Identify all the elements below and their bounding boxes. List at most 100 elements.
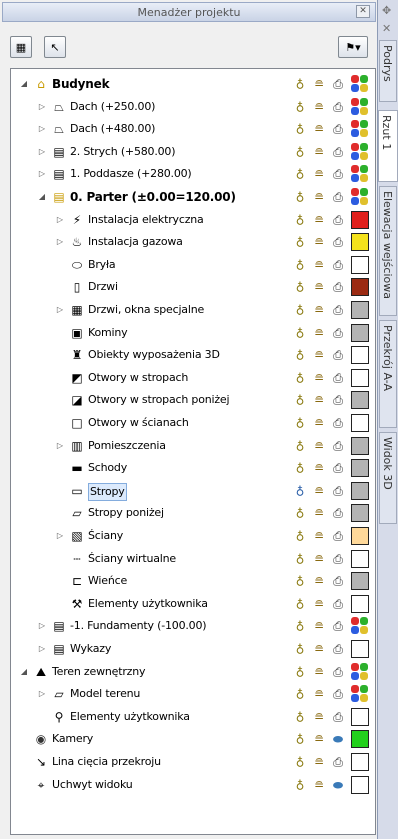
multicolor-icon[interactable] — [351, 165, 369, 183]
printer-icon[interactable]: ⎙ — [330, 686, 346, 702]
color-swatch[interactable] — [351, 414, 369, 432]
multicolor-icon[interactable] — [351, 685, 369, 703]
lock-icon[interactable]: ≘ — [311, 189, 327, 205]
color-swatch[interactable] — [351, 255, 369, 274]
visibility-bulb-icon[interactable]: ♀ — [292, 641, 308, 657]
printer-icon[interactable]: ⎙ — [330, 664, 346, 680]
printer-icon[interactable]: ⎙ — [330, 596, 346, 612]
tree-row[interactable]: ▷ ⏢ Dach (+250.00) ♀ ≘ ⎙ — [11, 96, 375, 118]
expand-arrow-icon[interactable]: ▷ — [37, 146, 47, 158]
tree-row[interactable]: ▷ ♨ Instalacja gazowa ♀ ≘ ⎙ — [11, 231, 375, 253]
tree-item-label[interactable]: Schody — [88, 460, 127, 476]
tree-item-label[interactable]: Ściany — [88, 528, 123, 544]
tree-row[interactable]: ▭ Stropy ♀ ≘ ⎙ — [11, 480, 375, 502]
tree-item-label[interactable]: Budynek — [52, 76, 110, 92]
color-swatch[interactable] — [351, 278, 369, 297]
tree-row[interactable]: ⊏ Wieńce ♀ ≘ ⎙ — [11, 570, 375, 592]
panel-titlebar[interactable]: Menadżer projektu ✕ — [2, 2, 376, 22]
printer-icon[interactable]: ⎙ — [330, 505, 346, 521]
lock-icon[interactable]: ≘ — [311, 754, 327, 770]
lock-icon[interactable]: ≘ — [311, 505, 327, 521]
tree-item-label[interactable]: Ściany wirtualne — [88, 551, 176, 567]
visibility-bulb-icon[interactable]: ♀ — [292, 483, 308, 499]
tree-row[interactable]: ▷ ⚡ Instalacja elektryczna ♀ ≘ ⎙ — [11, 209, 375, 231]
expand-arrow-icon[interactable]: ▷ — [37, 101, 47, 113]
visibility-bulb-icon[interactable]: ♀ — [292, 551, 308, 567]
cursor-icon[interactable]: ↖ — [44, 36, 66, 58]
color-swatch[interactable] — [351, 640, 369, 658]
color-swatch[interactable] — [351, 459, 369, 478]
visibility-bulb-icon[interactable]: ♀ — [292, 370, 308, 386]
side-tab[interactable]: Podrys — [379, 40, 397, 102]
tree-row[interactable]: ▷ ▧ Ściany ♀ ≘ ⎙ — [11, 525, 375, 547]
tree-item-label[interactable]: Model terenu — [70, 686, 140, 702]
eraser-icon[interactable]: ⬬ — [330, 777, 346, 793]
lock-icon[interactable]: ≘ — [311, 709, 327, 725]
side-tab[interactable]: Rzut 1 — [378, 110, 398, 182]
lock-icon[interactable]: ≘ — [311, 76, 327, 92]
tree-item-label[interactable]: Stropy — [88, 482, 127, 501]
color-swatch[interactable] — [351, 391, 369, 410]
tree-item-label[interactable]: 0. Parter (±0.00=120.00) — [70, 189, 236, 205]
tree-row[interactable]: ⚲ Elementy użytkownika ♀ ≘ ⎙ — [11, 706, 375, 728]
tree-item-label[interactable]: Pomieszczenia — [88, 438, 166, 454]
add-storey-icon[interactable]: ▦ — [10, 36, 32, 58]
collapse-arrow-icon[interactable]: ◢ — [19, 666, 29, 678]
lock-icon[interactable]: ≘ — [311, 392, 327, 408]
color-swatch[interactable] — [351, 368, 369, 387]
tree-row[interactable]: ▯ Drzwi ♀ ≘ ⎙ — [11, 276, 375, 298]
visibility-bulb-icon[interactable]: ♀ — [292, 505, 308, 521]
visibility-bulb-icon[interactable]: ♀ — [292, 302, 308, 318]
printer-icon[interactable]: ⎙ — [330, 392, 346, 408]
printer-icon[interactable]: ⎙ — [330, 325, 346, 341]
tree-item-label[interactable]: Obiekty wyposażenia 3D — [88, 347, 220, 363]
lock-icon[interactable]: ≘ — [311, 686, 327, 702]
visibility-bulb-icon[interactable]: ♀ — [292, 709, 308, 725]
printer-icon[interactable]: ⎙ — [330, 257, 346, 273]
eraser-icon[interactable]: ⬬ — [330, 731, 346, 747]
printer-icon[interactable]: ⎙ — [330, 528, 346, 544]
expand-arrow-icon[interactable]: ▷ — [55, 440, 65, 452]
tree-item-label[interactable]: Lina cięcia przekroju — [52, 754, 161, 770]
tree-row[interactable]: ⌖ Uchwyt widoku ♀ ≘ ⬬ — [11, 774, 375, 796]
expand-arrow-icon[interactable]: ▷ — [55, 304, 65, 316]
visibility-bulb-icon[interactable]: ♀ — [292, 279, 308, 295]
lock-icon[interactable]: ≘ — [311, 257, 327, 273]
lock-icon[interactable]: ≘ — [311, 234, 327, 250]
tree-row[interactable]: ▷ ▦ Drzwi, okna specjalne ♀ ≘ ⎙ — [11, 299, 375, 321]
tree-item-label[interactable]: Instalacja elektryczna — [88, 212, 204, 228]
visibility-bulb-icon[interactable]: ♀ — [292, 257, 308, 273]
visibility-bulb-icon[interactable]: ♀ — [292, 392, 308, 408]
expand-arrow-icon[interactable]: ▷ — [37, 688, 47, 700]
lock-icon[interactable]: ≘ — [311, 460, 327, 476]
tree-row[interactable]: ▷ ▤ 1. Poddasze (+280.00) ♀ ≘ ⎙ — [11, 163, 375, 185]
tree-row[interactable]: ┄ Ściany wirtualne ♀ ≘ ⎙ — [11, 548, 375, 570]
visibility-bulb-icon[interactable]: ♀ — [292, 166, 308, 182]
color-swatch[interactable] — [351, 527, 369, 545]
printer-icon[interactable]: ⎙ — [330, 618, 346, 634]
printer-icon[interactable]: ⎙ — [330, 166, 346, 182]
tree-row[interactable]: ▬ Schody ♀ ≘ ⎙ — [11, 457, 375, 479]
pin-icon[interactable]: ✥ — [382, 4, 391, 17]
lock-icon[interactable]: ≘ — [311, 596, 327, 612]
tree-item-label[interactable]: -1. Fundamenty (-100.00) — [70, 618, 207, 634]
color-swatch[interactable] — [351, 323, 369, 342]
color-swatch[interactable] — [351, 210, 369, 229]
visibility-bulb-icon[interactable]: ♀ — [292, 144, 308, 160]
tree-row[interactable]: □ Otwory w ścianach ♀ ≘ ⎙ — [11, 412, 375, 434]
expand-arrow-icon[interactable]: ▷ — [37, 620, 47, 632]
tree-item-label[interactable]: Dach (+480.00) — [70, 121, 155, 137]
color-swatch[interactable] — [351, 481, 369, 500]
tree-item-label[interactable]: Elementy użytkownika — [70, 709, 190, 725]
printer-icon[interactable]: ⎙ — [330, 189, 346, 205]
visibility-bulb-icon[interactable]: ♀ — [292, 121, 308, 137]
lock-icon[interactable]: ≘ — [311, 347, 327, 363]
printer-icon[interactable]: ⎙ — [330, 279, 346, 295]
tree-item-label[interactable]: Wieńce — [88, 573, 127, 589]
color-swatch[interactable] — [351, 346, 369, 365]
tree-row[interactable]: ⚒ Elementy użytkownika ♀ ≘ ⎙ — [11, 593, 375, 615]
lock-icon[interactable]: ≘ — [311, 166, 327, 182]
tree-item-label[interactable]: Otwory w stropach — [88, 370, 188, 386]
tree-row[interactable]: ▣ Kominy ♀ ≘ ⎙ — [11, 322, 375, 344]
expand-arrow-icon[interactable]: ▷ — [37, 123, 47, 135]
